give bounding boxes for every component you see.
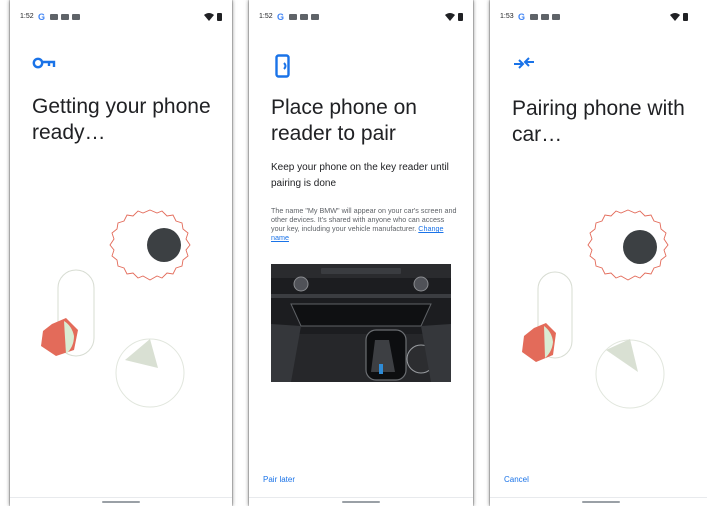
mail-icon — [289, 14, 297, 20]
cancel-button[interactable]: Cancel — [504, 475, 529, 484]
page-title: Place phone on reader to pair — [271, 96, 417, 145]
wifi-battery-icon — [445, 13, 463, 21]
pairing-animation — [41, 209, 191, 408]
instruction-text: Keep your phone on the key reader until … — [271, 162, 449, 189]
navigation-bar — [490, 497, 707, 506]
phone-nfc-icon — [275, 54, 290, 78]
navigation-bar — [10, 497, 232, 506]
gesture-handle[interactable] — [342, 501, 380, 503]
phone-screen-pairing: 1:53 G Pairing phone with car… Cancel — [490, 0, 707, 506]
pair-later-button[interactable]: Pair later — [263, 475, 295, 484]
vehicle-name-note: The name "My BMW" will appear on your ca… — [271, 206, 459, 242]
status-time: 1:52 — [259, 13, 273, 20]
google-icon: G — [277, 12, 285, 22]
phone-screen-getting-ready: 1:52 G Getting your phone ready… — [10, 0, 232, 506]
phone-screen-place-on-reader: 1:52 G Place phone on reader to pair Kee… — [249, 0, 473, 506]
navigation-bar — [249, 497, 473, 506]
gesture-handle[interactable] — [102, 501, 140, 503]
mail-icon — [300, 14, 308, 20]
pairing-animation — [522, 209, 669, 409]
key-reader-photo — [271, 264, 451, 382]
status-bar: 1:52 G — [259, 12, 465, 24]
gesture-handle[interactable] — [582, 501, 620, 503]
mail-icon — [311, 14, 319, 20]
